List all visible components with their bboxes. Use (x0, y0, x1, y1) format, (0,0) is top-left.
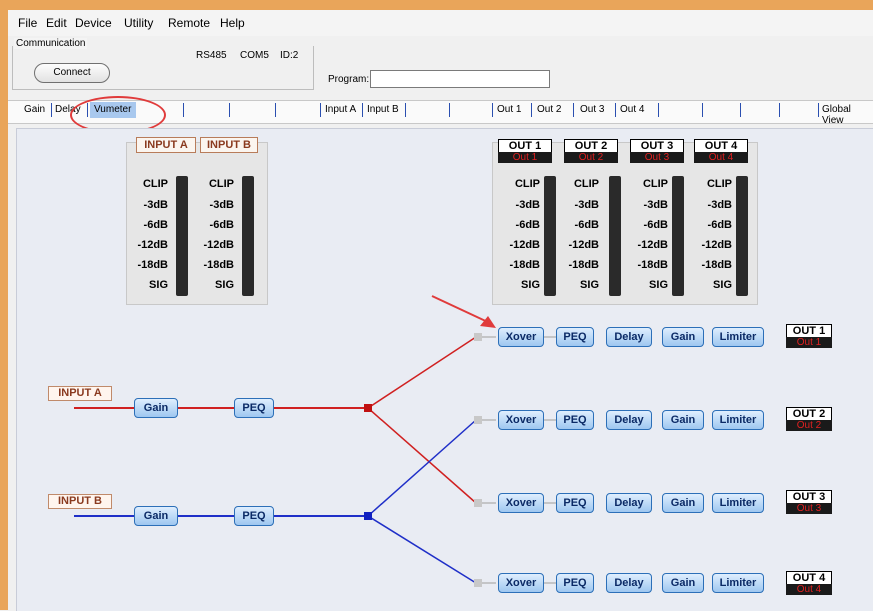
annotation-arrow (431, 295, 493, 325)
output-stubs (480, 336, 556, 584)
out-1-gain-button[interactable]: Gain (662, 327, 704, 347)
routing-out-3[interactable]: OUT 3 Out 3 (786, 490, 832, 514)
out-3-limiter-button[interactable]: Limiter (712, 493, 764, 513)
out-2-gain-button[interactable]: Gain (662, 410, 704, 430)
out-4-gain-button[interactable]: Gain (662, 573, 704, 593)
out-sub: Out 3 (786, 503, 832, 514)
output-node (474, 579, 482, 587)
out-4-xover-button[interactable]: Xover (498, 573, 544, 593)
routing-wires (74, 295, 556, 587)
out-sub: Out 1 (786, 337, 832, 348)
out-4-delay-button[interactable]: Delay (606, 573, 652, 593)
out-2-limiter-button[interactable]: Limiter (712, 410, 764, 430)
wire-b-to-out-2 (367, 419, 477, 517)
out-1-limiter-button[interactable]: Limiter (712, 327, 764, 347)
input-a-peq-button[interactable]: PEQ (234, 398, 274, 418)
annotation-arrow-head (480, 316, 496, 328)
junction-a (364, 404, 372, 412)
routing-input-a-label: INPUT A (48, 386, 112, 401)
routing-out-1[interactable]: OUT 1 Out 1 (786, 324, 832, 348)
out-3-xover-button[interactable]: Xover (498, 493, 544, 513)
junction-b (364, 512, 372, 520)
out-1-xover-button[interactable]: Xover (498, 327, 544, 347)
output-node (474, 416, 482, 424)
routing-out-2[interactable]: OUT 2 Out 2 (786, 407, 832, 431)
out-3-gain-button[interactable]: Gain (662, 493, 704, 513)
out-2-peq-button[interactable]: PEQ (556, 410, 594, 430)
output-node (474, 499, 482, 507)
input-a-gain-button[interactable]: Gain (134, 398, 178, 418)
wire-a-to-out-3 (367, 407, 477, 504)
out-name: OUT 3 (786, 490, 832, 503)
out-3-peq-button[interactable]: PEQ (556, 493, 594, 513)
out-sub: Out 2 (786, 420, 832, 431)
out-name: OUT 4 (786, 571, 832, 584)
wire-a-to-out-1 (367, 336, 477, 409)
wire-b-to-out-4 (367, 515, 477, 584)
out-4-limiter-button[interactable]: Limiter (712, 573, 764, 593)
out-1-delay-button[interactable]: Delay (606, 327, 652, 347)
out-name: OUT 2 (786, 407, 832, 420)
output-node (474, 333, 482, 341)
out-4-peq-button[interactable]: PEQ (556, 573, 594, 593)
out-3-delay-button[interactable]: Delay (606, 493, 652, 513)
out-sub: Out 4 (786, 584, 832, 595)
input-b-peq-button[interactable]: PEQ (234, 506, 274, 526)
input-b-gain-button[interactable]: Gain (134, 506, 178, 526)
out-1-peq-button[interactable]: PEQ (556, 327, 594, 347)
out-name: OUT 1 (786, 324, 832, 337)
routing-out-4[interactable]: OUT 4 Out 4 (786, 571, 832, 595)
out-2-xover-button[interactable]: Xover (498, 410, 544, 430)
routing-input-b-label: INPUT B (48, 494, 112, 509)
out-2-delay-button[interactable]: Delay (606, 410, 652, 430)
